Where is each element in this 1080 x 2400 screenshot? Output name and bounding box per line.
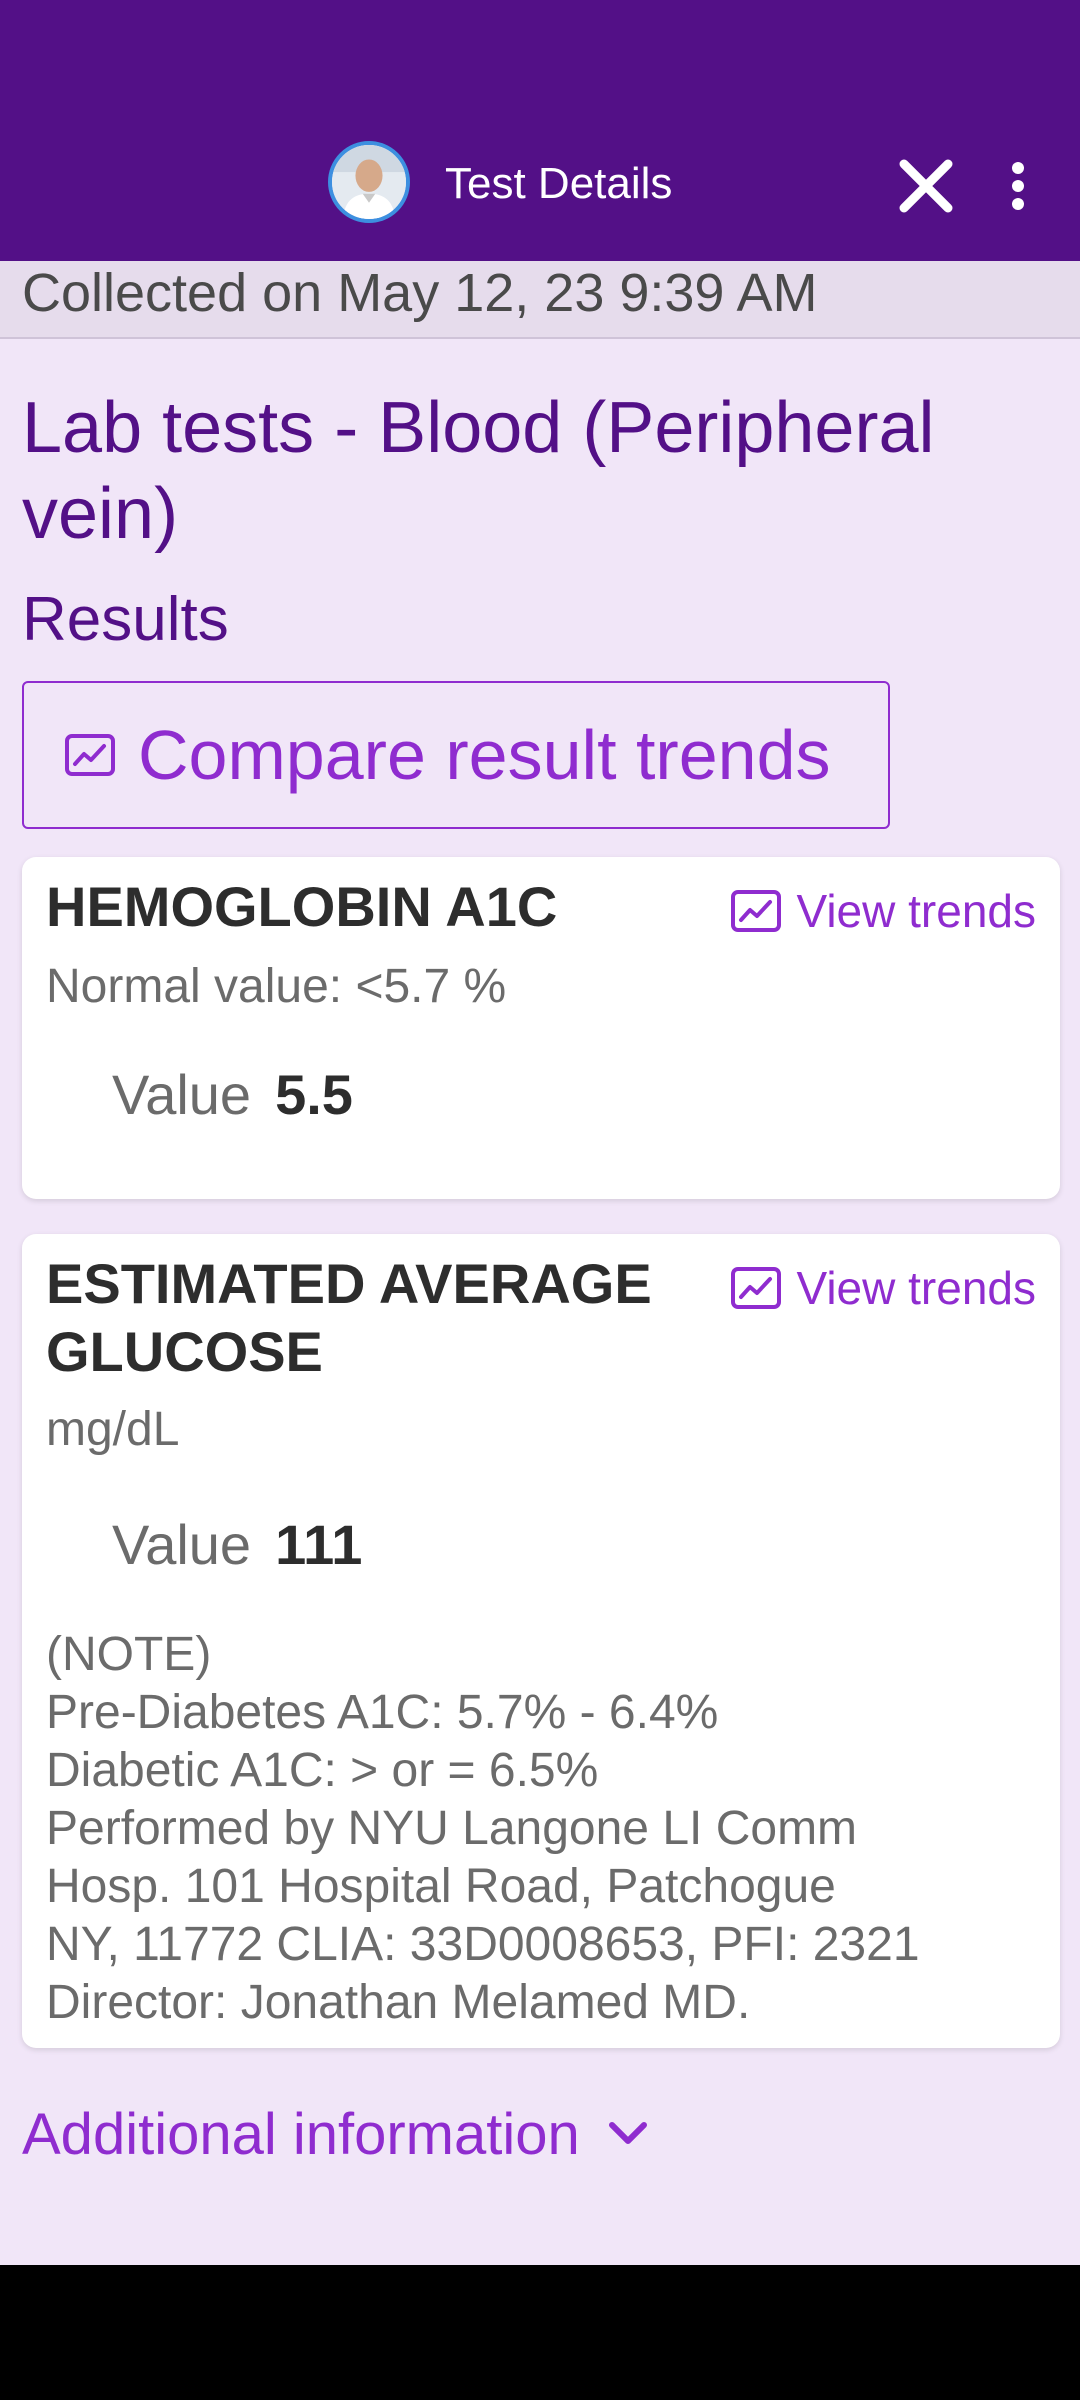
note-line: Performed by NYU Langone LI Comm <box>46 1802 858 1855</box>
trend-chart-icon <box>65 734 115 776</box>
app-bar: Test Details <box>0 0 1080 261</box>
value-label: Value <box>112 1063 252 1126</box>
close-icon <box>899 159 953 213</box>
view-trends-link[interactable]: View trends <box>730 879 1036 943</box>
note-line: Diabetic A1C: > or = 6.5% <box>46 1744 599 1797</box>
value-row: Value 5.5 <box>112 1062 353 1127</box>
value-row: Value 111 <box>112 1512 362 1577</box>
trend-chart-icon <box>731 1267 782 1309</box>
compare-result-trends-button[interactable]: Compare result trends <box>22 681 890 829</box>
page-title: Lab tests - Blood (Peripheral vein) <box>22 388 935 554</box>
result-card-estimated-average-glucose: ESTIMATED AVERAGE GLUCOSE View trends mg… <box>22 1234 1060 2048</box>
additional-information-toggle[interactable]: Additional information <box>22 2098 648 2170</box>
collected-date: Collected on May 12, 23 9:39 AM <box>22 263 818 323</box>
note-line: Hosp. 101 Hospital Road, Patchogue <box>46 1860 836 1913</box>
additional-information-label: Additional information <box>22 2101 580 2167</box>
trend-chart-icon <box>731 890 782 932</box>
screen: Test Details Collected on May 12, 23 9:3… <box>0 0 1080 2265</box>
results-heading: Results <box>22 585 229 654</box>
note-line: Director: Jonathan Melamed MD. <box>46 1976 751 2029</box>
view-trends-label: View trends <box>796 1262 1036 1314</box>
more-vertical-icon <box>1012 162 1024 210</box>
collected-date-banner: Collected on May 12, 23 9:39 AM <box>0 261 1080 339</box>
note-line: Pre-Diabetes A1C: 5.7% - 6.4% <box>46 1686 719 1739</box>
note-line: (NOTE) <box>46 1628 212 1681</box>
app-bar-title: Test Details <box>445 159 673 208</box>
view-trends-link[interactable]: View trends <box>730 1256 1036 1320</box>
unit-label: mg/dL <box>46 1403 180 1456</box>
value-label: Value <box>112 1513 252 1576</box>
result-name: HEMOGLOBIN A1C <box>46 875 558 938</box>
result-name: ESTIMATED AVERAGE GLUCOSE <box>46 1252 652 1383</box>
view-trends-label: View trends <box>796 885 1036 937</box>
chevron-down-icon <box>608 2121 648 2147</box>
more-options-button[interactable] <box>996 150 1040 222</box>
result-value: 5.5 <box>275 1063 353 1126</box>
compare-result-trends-label: Compare result trends <box>138 716 831 794</box>
avatar-photo <box>332 145 406 219</box>
normal-value: Normal value: <5.7 % <box>46 960 507 1013</box>
close-button[interactable] <box>890 150 962 222</box>
note-line: NY, 11772 CLIA: 33D0008653, PFI: 2321 <box>46 1918 920 1971</box>
result-note: (NOTE) Pre-Diabetes A1C: 5.7% - 6.4% Dia… <box>46 1626 1046 2032</box>
result-card-hemoglobin-a1c: HEMOGLOBIN A1C View trends Normal value:… <box>22 857 1060 1199</box>
result-value: 111 <box>275 1513 363 1576</box>
user-avatar[interactable] <box>328 141 410 223</box>
